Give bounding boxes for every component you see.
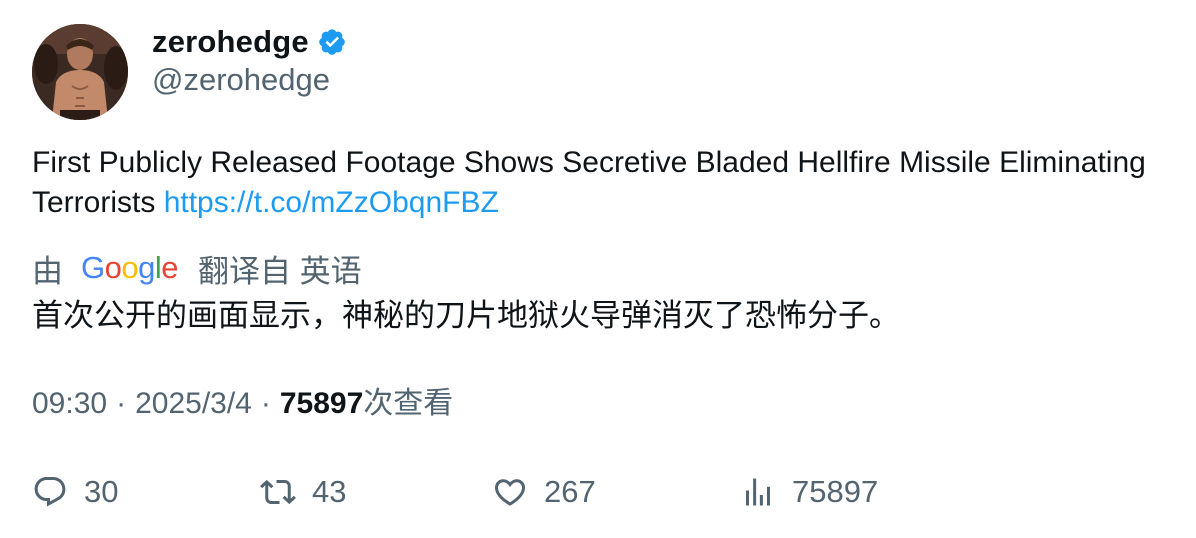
reply-button[interactable]: 30 bbox=[32, 470, 118, 514]
translation-prefix: 由 bbox=[32, 253, 63, 289]
google-letter-e: e bbox=[161, 250, 179, 285]
avatar-image bbox=[32, 24, 128, 120]
avatar[interactable] bbox=[32, 24, 128, 120]
tweet-text: First Publicly Released Footage Shows Se… bbox=[32, 143, 1152, 223]
views-button[interactable]: 75897 bbox=[740, 470, 878, 514]
tweet-link[interactable]: https://t.co/mZzObqnFBZ bbox=[164, 186, 499, 219]
translation-suffix: 翻译自 英语 bbox=[198, 253, 362, 289]
translated-text: 首次公开的画面显示，神秘的刀片地狱火导弹消灭了恐怖分子。 bbox=[32, 298, 900, 333]
google-letter-o2: o bbox=[121, 250, 139, 285]
author-name-row: zerohedge bbox=[152, 22, 347, 62]
views-label: 次查看 bbox=[363, 387, 454, 420]
reply-icon bbox=[34, 477, 66, 507]
retweet-button[interactable]: 43 bbox=[260, 470, 346, 514]
translation-attribution: 由 Google 翻译自 英语 bbox=[32, 248, 362, 289]
retweet-icon bbox=[260, 479, 296, 505]
tweet-meta: 09:30 · 2025/3/4 · 75897 次查看 bbox=[32, 384, 453, 424]
author-handle[interactable]: @zerohedge bbox=[152, 62, 330, 98]
tweet-date[interactable]: 2025/3/4 bbox=[135, 384, 252, 424]
google-letter-g2: g bbox=[138, 250, 155, 285]
google-letter-g: G bbox=[81, 250, 105, 285]
like-button[interactable]: 267 bbox=[492, 470, 596, 514]
meta-separator: · bbox=[116, 387, 127, 420]
verified-badge-icon bbox=[319, 29, 345, 55]
action-bar: 30 43 267 75897 bbox=[32, 470, 1162, 514]
google-letter-o1: o bbox=[104, 250, 122, 285]
google-logo[interactable]: Google bbox=[81, 250, 179, 286]
meta-separator: · bbox=[260, 387, 271, 420]
analytics-icon bbox=[746, 478, 770, 506]
like-count: 267 bbox=[544, 474, 596, 509]
heart-icon bbox=[494, 479, 526, 506]
tweet-time[interactable]: 09:30 bbox=[32, 384, 107, 424]
views-count: 75897 bbox=[279, 387, 364, 420]
views-action-count: 75897 bbox=[792, 474, 879, 509]
retweet-count: 43 bbox=[312, 474, 347, 509]
display-name[interactable]: zerohedge bbox=[152, 24, 309, 60]
reply-count: 30 bbox=[84, 474, 119, 509]
